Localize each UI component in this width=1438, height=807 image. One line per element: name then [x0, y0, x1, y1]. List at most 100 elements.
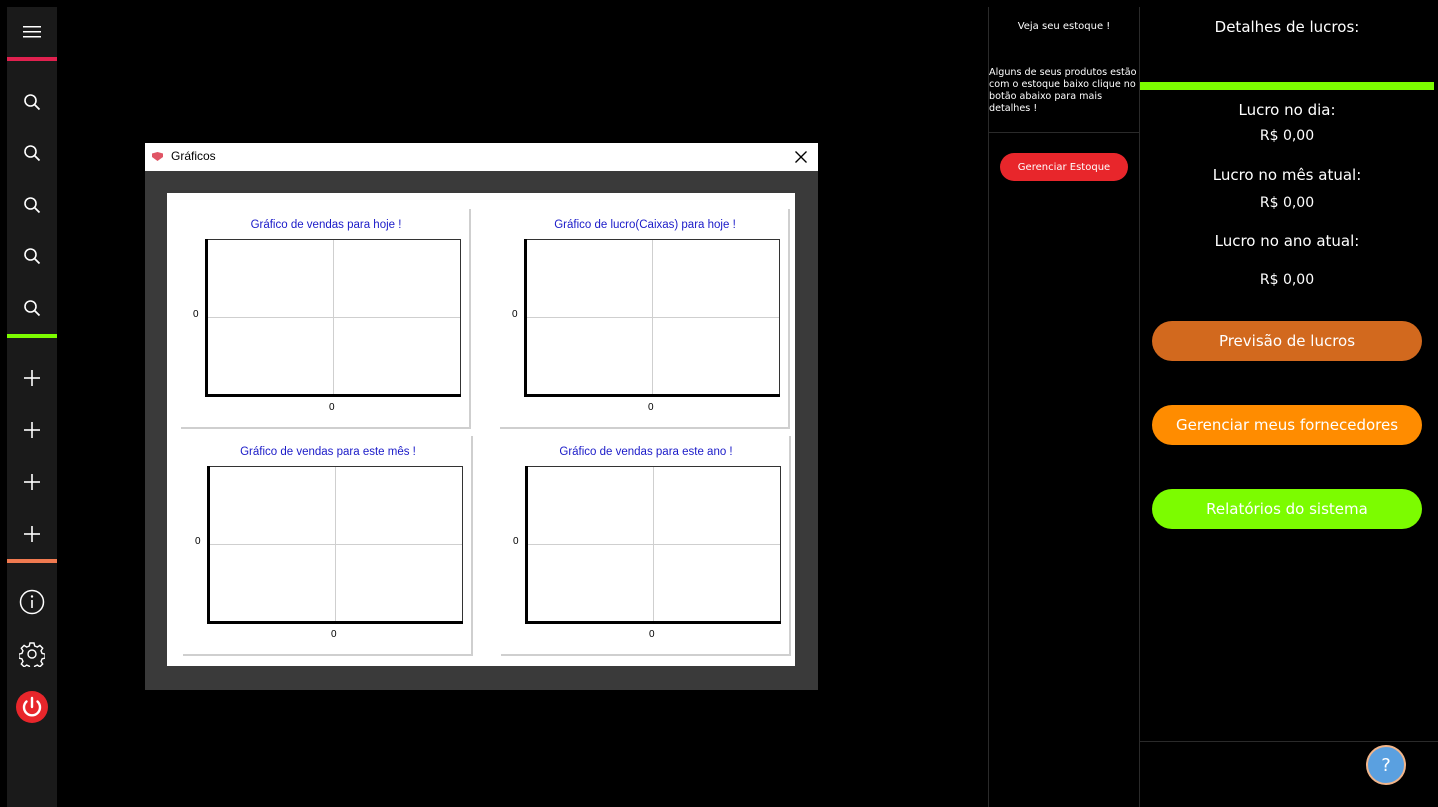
plus-icon [24, 422, 40, 438]
x-tick-label: 0 [648, 402, 654, 413]
profit-accent-bar [1140, 82, 1434, 90]
help-icon: ? [1381, 754, 1391, 776]
close-button[interactable] [789, 146, 813, 168]
profit-footer-divider [1140, 741, 1438, 742]
stock-divider [989, 132, 1139, 133]
chart-frame-bottom [500, 427, 790, 429]
add-button-4[interactable] [7, 509, 57, 559]
plot-area [205, 239, 461, 397]
chart-frame-bottom [501, 654, 791, 656]
stock-title: Veja seu estoque ! [1017, 21, 1111, 32]
x-axis [206, 394, 461, 397]
sidebar-divider-orange [7, 559, 57, 563]
info-icon [19, 589, 45, 615]
chart-frame-bottom [181, 427, 471, 429]
dialog-titlebar[interactable]: Gráficos [145, 143, 818, 171]
chart-title: Gráfico de lucro(Caixas) para hoje ! [554, 219, 736, 231]
search-button-3[interactable] [7, 180, 57, 230]
x-tick-label: 0 [329, 402, 335, 413]
chart-frame-right [469, 209, 471, 429]
power-button[interactable] [7, 682, 57, 732]
y-axis [524, 239, 527, 397]
gear-icon [19, 642, 45, 667]
profit-forecast-button[interactable]: Previsão de lucros [1152, 321, 1422, 361]
profit-panel: Detalhes de lucros: Lucro no dia: R$ 0,0… [1140, 7, 1438, 807]
y-tick-label: 0 [193, 309, 199, 320]
info-button[interactable] [7, 577, 57, 627]
app-icon [152, 152, 163, 161]
search-button-4[interactable] [7, 231, 57, 281]
search-button-2[interactable] [7, 128, 57, 178]
plot-area [207, 466, 463, 624]
x-axis [526, 621, 781, 624]
plot-area [525, 466, 781, 624]
chart-frame-bottom [183, 654, 473, 656]
stock-low-message: Alguns de seus produtos estão com o esto… [989, 67, 1137, 114]
y-tick-label: 0 [512, 309, 518, 320]
chart-title: Gráfico de vendas para este ano ! [559, 446, 733, 458]
profit-day-label: Lucro no dia: [1238, 101, 1336, 119]
add-button-2[interactable] [7, 405, 57, 455]
stock-panel: Veja seu estoque ! Alguns de seus produt… [988, 7, 1140, 807]
chart-frame-right [471, 436, 473, 656]
chart-sales-today: Gráfico de vendas para hoje ! 0 0 [181, 209, 471, 429]
search-button-1[interactable] [7, 77, 57, 127]
profit-day-value: R$ 0,00 [1259, 128, 1315, 144]
x-tick-label: 0 [331, 629, 337, 640]
grid-line-horizontal [207, 317, 460, 318]
x-axis [525, 394, 780, 397]
plus-icon [24, 370, 40, 386]
sidebar-divider-red [7, 57, 57, 61]
chart-frame-right [788, 209, 790, 429]
grid-line-vertical [652, 240, 653, 396]
search-icon [24, 248, 41, 265]
profit-year-label: Lucro no ano atual: [1214, 232, 1360, 250]
profit-title: Detalhes de lucros: [1214, 18, 1360, 36]
system-reports-button[interactable]: Relatórios do sistema [1152, 489, 1422, 529]
grid-line-horizontal [526, 317, 779, 318]
search-icon [24, 145, 41, 162]
search-icon [24, 300, 41, 317]
sidebar [7, 7, 57, 807]
add-button-1[interactable] [7, 353, 57, 403]
add-button-3[interactable] [7, 457, 57, 507]
charts-area: Gráfico de vendas para hoje ! 0 0 Gráfic… [167, 193, 795, 666]
settings-button[interactable] [7, 629, 57, 679]
y-tick-label: 0 [195, 536, 201, 547]
close-icon [795, 151, 807, 163]
help-button[interactable]: ? [1366, 745, 1406, 785]
grid-line-horizontal [527, 544, 780, 545]
charts-dialog: Gráficos Gráfico de vendas para hoje ! 0… [145, 143, 818, 690]
menu-button[interactable] [7, 7, 57, 57]
grid-line-vertical [333, 240, 334, 396]
chart-frame-right [789, 436, 791, 656]
x-tick-label: 0 [649, 629, 655, 640]
grid-line-horizontal [209, 544, 462, 545]
y-axis [207, 466, 210, 624]
profit-year-value: R$ 0,00 [1259, 272, 1315, 288]
y-axis [205, 239, 208, 397]
power-icon [16, 691, 48, 723]
chart-profit-today: Gráfico de lucro(Caixas) para hoje ! 0 0 [500, 209, 790, 429]
chart-sales-year: Gráfico de vendas para este ano ! 0 0 [501, 436, 791, 656]
grid-line-vertical [653, 467, 654, 623]
search-button-5[interactable] [7, 283, 57, 333]
grid-line-vertical [335, 467, 336, 623]
search-icon [24, 197, 41, 214]
plus-icon [24, 526, 40, 542]
chart-title: Gráfico de vendas para hoje ! [250, 219, 402, 231]
manage-suppliers-button[interactable]: Gerenciar meus fornecedores [1152, 405, 1422, 445]
x-axis [208, 621, 463, 624]
search-icon [24, 94, 41, 111]
manage-stock-button[interactable]: Gerenciar Estoque [1000, 153, 1128, 181]
plus-icon [24, 474, 40, 490]
profit-month-value: R$ 0,00 [1259, 195, 1315, 211]
menu-icon [23, 26, 41, 38]
dialog-title: Gráficos [171, 149, 216, 163]
y-tick-label: 0 [513, 536, 519, 547]
profit-month-label: Lucro no mês atual: [1212, 166, 1362, 184]
sidebar-divider-green [7, 334, 57, 338]
chart-title: Gráfico de vendas para este mês ! [240, 446, 416, 458]
y-axis [525, 466, 528, 624]
chart-sales-month: Gráfico de vendas para este mês ! 0 0 [183, 436, 473, 656]
